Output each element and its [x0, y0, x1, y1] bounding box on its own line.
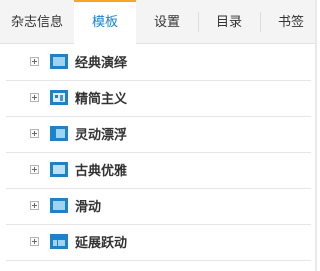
template-item-extend[interactable]: 延展跃动 [6, 225, 311, 261]
template-label: 灵动漂浮 [75, 128, 128, 143]
template-minimal-icon [50, 90, 68, 105]
template-label: 古典优雅 [75, 164, 128, 179]
template-item-elegant[interactable]: 古典优雅 [6, 153, 311, 189]
template-classic-icon [50, 54, 68, 69]
template-label: 精简主义 [75, 92, 128, 107]
expand-plus-icon[interactable] [30, 129, 39, 138]
template-item-classic[interactable]: 经典演绎 [6, 45, 311, 81]
tab-bookmarks[interactable]: 书签 [260, 0, 320, 44]
tab-magazine-info[interactable]: 杂志信息 [0, 0, 74, 44]
panel-edge [315, 0, 317, 271]
template-item-slide[interactable]: 滑动 [6, 189, 311, 225]
expand-plus-icon[interactable] [30, 201, 39, 210]
template-float-icon [50, 126, 68, 141]
tab-label: 模板 [91, 15, 118, 30]
tab-label: 目录 [215, 15, 242, 30]
tab-label: 书签 [277, 15, 304, 30]
template-slide-icon [50, 198, 68, 213]
template-item-minimal[interactable]: 精简主义 [6, 81, 311, 117]
template-elegant-icon [50, 162, 68, 177]
template-item-float[interactable]: 灵动漂浮 [6, 117, 311, 153]
tab-label: 杂志信息 [10, 15, 63, 30]
template-label: 滑动 [75, 200, 102, 215]
tab-settings[interactable]: 设置 [136, 0, 198, 44]
expand-plus-icon[interactable] [30, 57, 39, 66]
tab-bar: 杂志信息 模板 设置 目录 书签 [0, 0, 320, 45]
template-extend-icon [50, 234, 68, 249]
tab-contents[interactable]: 目录 [198, 0, 260, 44]
expand-plus-icon[interactable] [30, 93, 39, 102]
tab-template[interactable]: 模板 [74, 0, 136, 45]
template-label: 延展跃动 [75, 236, 128, 251]
template-label: 经典演绎 [75, 56, 128, 71]
expand-plus-icon[interactable] [30, 165, 39, 174]
tab-label: 设置 [153, 15, 180, 30]
expand-plus-icon[interactable] [30, 237, 39, 246]
